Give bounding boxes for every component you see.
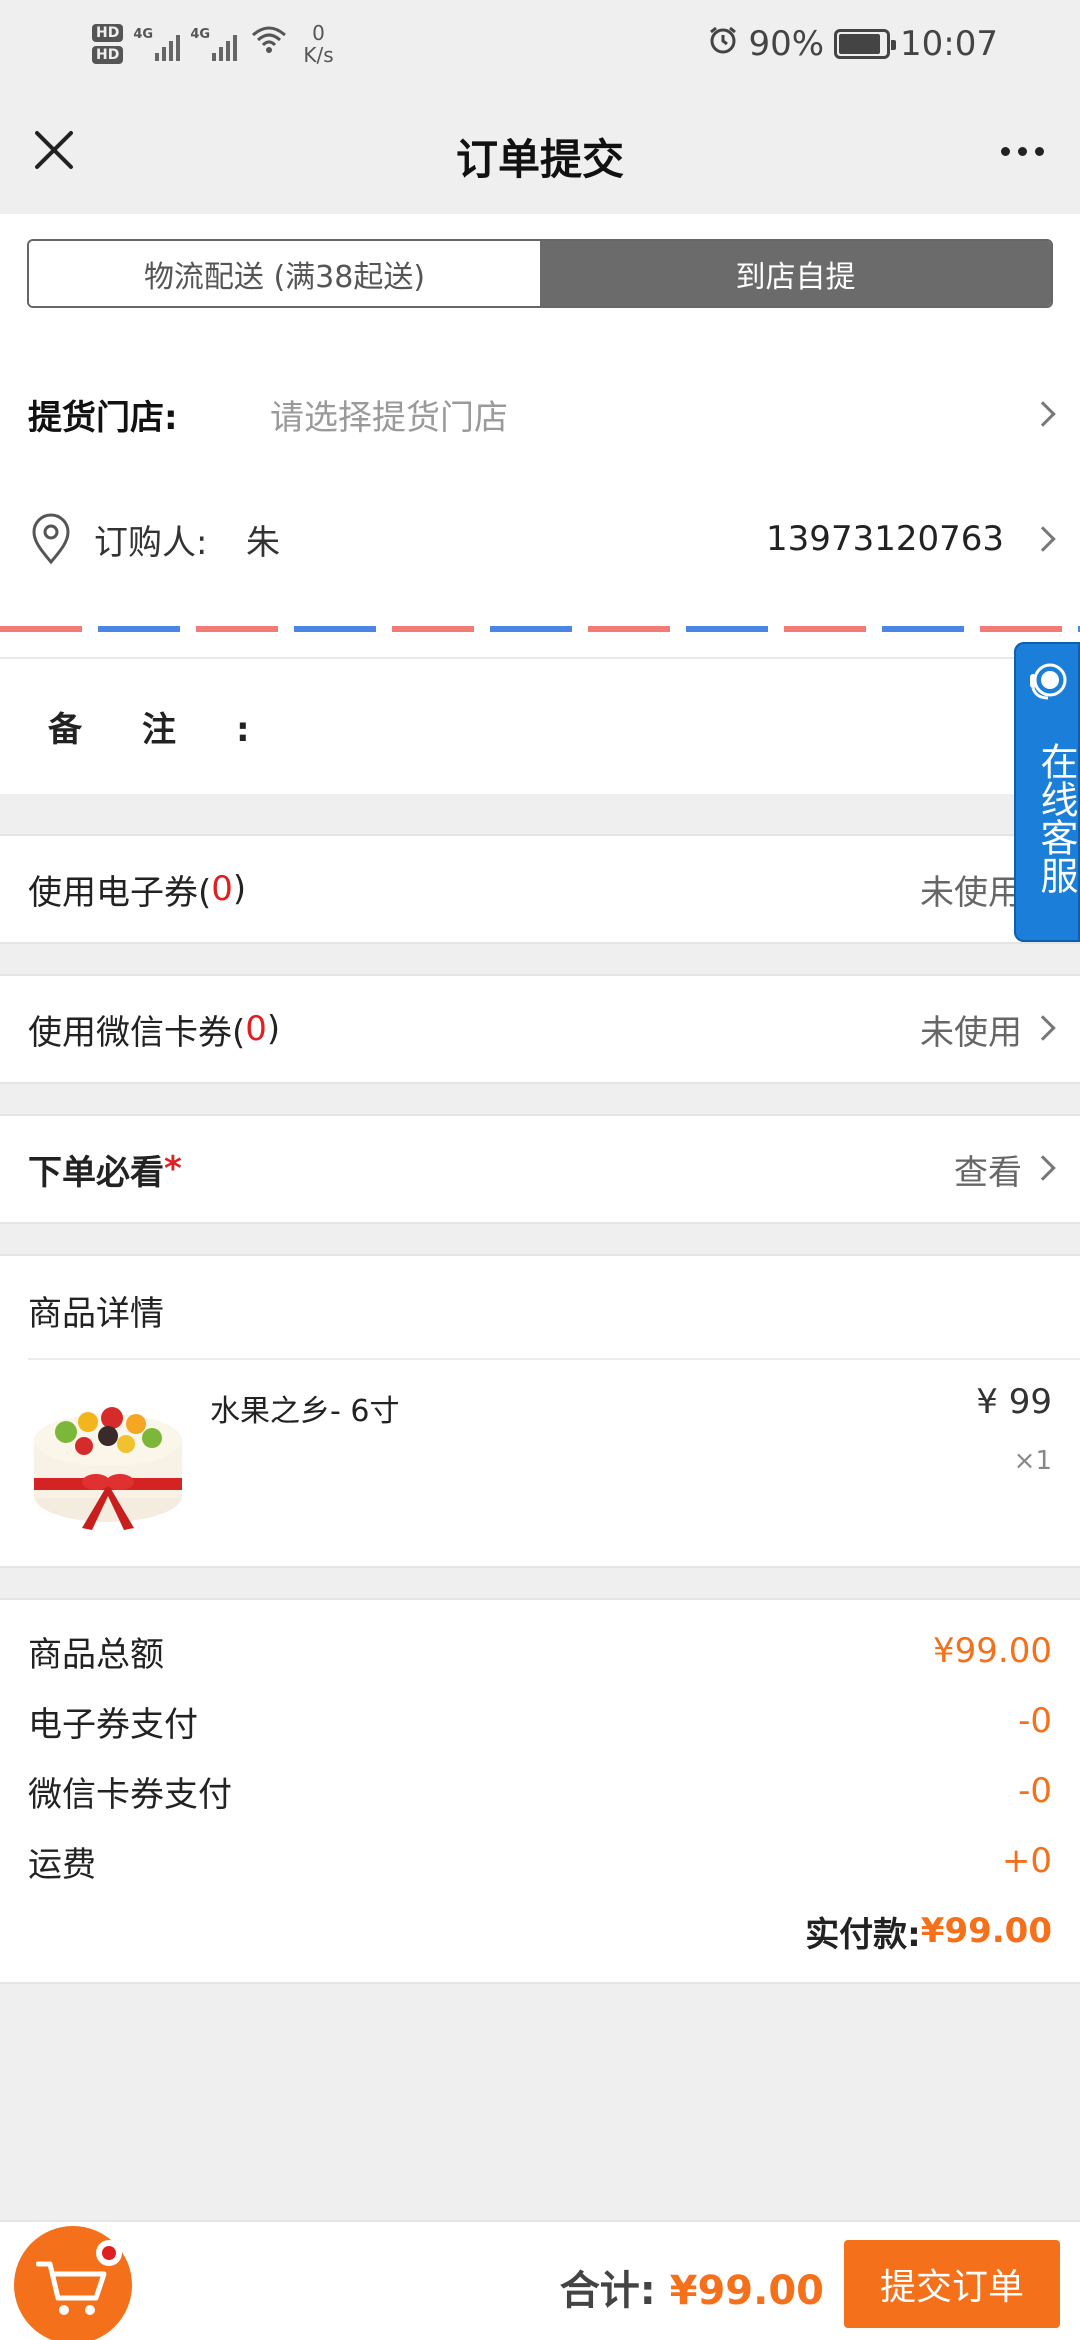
goods-total-row: 商品总额 ¥99.00 (28, 1626, 1052, 1676)
actual-pay-value: ¥99.00 (920, 1911, 1052, 1951)
sum-total: 合计: ¥99.00 (560, 2258, 824, 2316)
wxcard-pay-label: 微信卡券支付 (28, 1774, 232, 1815)
wxcard-count: 0 (245, 1009, 267, 1049)
hd-badge-2: HD (92, 46, 124, 64)
signal-icon-1: 4G (133, 27, 181, 61)
shipping-label: 运费 (28, 1844, 96, 1885)
wxcard-label: 使用微信卡券(0) (28, 976, 280, 1082)
clock: 10:07 (900, 24, 998, 64)
wxcard-status: 未使用 (920, 1012, 1022, 1053)
goods-total-value: ¥99.00 (933, 1631, 1052, 1671)
hd-indicators: HD HD (92, 24, 124, 64)
ecoupon-pay-value: -0 (1018, 1701, 1052, 1741)
online-service-button[interactable]: 在线客服 (1014, 642, 1080, 942)
ecoupon-pay-row: 电子券支付 -0 (28, 1696, 1052, 1746)
product-section: 商品详情 水果之乡- 6寸 ¥ 99 ×1 (0, 1254, 1080, 1568)
cart-button[interactable] (14, 2226, 132, 2340)
wxcard-label-end: ) (266, 1009, 281, 1049)
tab-store-pickup[interactable]: 到店自提 (540, 241, 1051, 306)
battery-icon (834, 29, 897, 59)
chevron-right-icon (1030, 1155, 1056, 1181)
wxcard-row[interactable]: 使用微信卡券(0) 未使用 (0, 974, 1080, 1084)
ecoupon-count: 0 (211, 869, 233, 909)
status-left: HD HD 4G 4G 0 K/s (92, 14, 334, 74)
headset-icon (1030, 663, 1067, 700)
net-speed: 0 K/s (303, 22, 333, 66)
signal-icon-2: 4G (190, 27, 238, 61)
battery-percent: 90% (748, 24, 825, 64)
hd-badge-1: HD (92, 24, 124, 42)
buyer-label: 订购人: (94, 522, 208, 563)
sum-label: 合计: (559, 2268, 656, 2314)
pickup-store-label: 提货门店: (28, 397, 178, 438)
sum-value: ¥99.00 (669, 2268, 824, 2314)
location-pin-icon (32, 513, 70, 565)
divider (28, 1358, 1080, 1360)
remark-colon: : (236, 709, 250, 750)
network-type-2: 4G (190, 27, 211, 42)
bottom-bar: 合计: ¥99.00 提交订单 (0, 2220, 1080, 2340)
shipping-value: +0 (1001, 1841, 1052, 1881)
wifi-icon (251, 25, 287, 63)
network-type-1: 4G (133, 27, 154, 42)
required-mark: * (164, 1149, 182, 1189)
chevron-right-icon (1030, 526, 1056, 552)
must-read-label-text: 下单必看 (28, 1152, 164, 1193)
product-image[interactable] (26, 1378, 190, 1538)
chevron-right-icon (1030, 401, 1056, 427)
cart-icon (36, 2261, 107, 2315)
wxcard-label-text: 使用微信卡券( (28, 1012, 246, 1053)
more-icon[interactable] (992, 126, 1052, 176)
ecoupon-status: 未使用 (920, 872, 1022, 913)
product-qty: ×1 (1013, 1446, 1052, 1476)
chevron-right-icon (1030, 1015, 1056, 1041)
submit-order-button[interactable]: 提交订单 (844, 2240, 1060, 2328)
tab-logistics[interactable]: 物流配送 (满38起送) (29, 241, 540, 306)
status-bar: HD HD 4G 4G 0 K/s 90% 10:07 (0, 0, 1080, 86)
must-read-row[interactable]: 下单必看 * 查看 (0, 1114, 1080, 1224)
actual-pay-row: 实付款: ¥99.00 (805, 1906, 1052, 1956)
battery-fill (839, 34, 881, 54)
must-read-action: 查看 (954, 1152, 1022, 1193)
buyer-phone: 13973120763 (766, 519, 1004, 559)
net-speed-value: 0 (312, 21, 325, 45)
ecoupon-row[interactable]: 使用电子券(0) 未使用 (0, 834, 1080, 944)
totals-section: 商品总额 ¥99.00 电子券支付 -0 微信卡券支付 -0 运费 +0 实付款… (0, 1598, 1080, 1984)
remark-label-text: 备注 (48, 709, 236, 750)
buyer-name: 朱 (246, 522, 280, 563)
ecoupon-pay-label: 电子券支付 (28, 1704, 198, 1745)
page-title: 订单提交 (455, 135, 624, 184)
delivery-mode-tabs: 物流配送 (满38起送) 到店自提 (27, 239, 1053, 308)
ecoupon-label-text: 使用电子券( (28, 872, 212, 913)
status-right: 90% 10:07 (708, 14, 998, 74)
shipping-row: 运费 +0 (28, 1836, 1052, 1886)
buyer-row[interactable]: 订购人: 朱 13973120763 (0, 464, 1080, 614)
app-header: 订单提交 (0, 86, 1080, 214)
ecoupon-label: 使用电子券(0) (28, 836, 246, 942)
product-section-title: 商品详情 (28, 1294, 164, 1334)
net-speed-unit: K/s (303, 43, 334, 67)
remark-row[interactable]: 备注: (0, 658, 1080, 794)
actual-pay-label: 实付款: (805, 1914, 921, 1955)
ecoupon-label-end: ) (232, 869, 247, 909)
alarm-icon (708, 25, 738, 63)
wxcard-pay-row: 微信卡券支付 -0 (28, 1766, 1052, 1816)
wxcard-pay-value: -0 (1018, 1771, 1052, 1811)
remark-label: 备注: (48, 702, 250, 751)
product-price: ¥ 99 (976, 1382, 1052, 1422)
product-name: 水果之乡- 6寸 (210, 1394, 400, 1429)
goods-total-label: 商品总额 (28, 1634, 164, 1675)
online-service-label: 在线客服 (1034, 742, 1078, 894)
envelope-divider (0, 626, 1080, 632)
order-info-panel: 物流配送 (满38起送) 到店自提 提货门店: 请选择提货门店 订购人: 朱 1… (0, 214, 1080, 794)
cart-badge (96, 2240, 122, 2266)
pickup-store-placeholder: 请选择提货门店 (270, 397, 508, 438)
must-read-label: 下单必看 * (28, 1116, 182, 1222)
